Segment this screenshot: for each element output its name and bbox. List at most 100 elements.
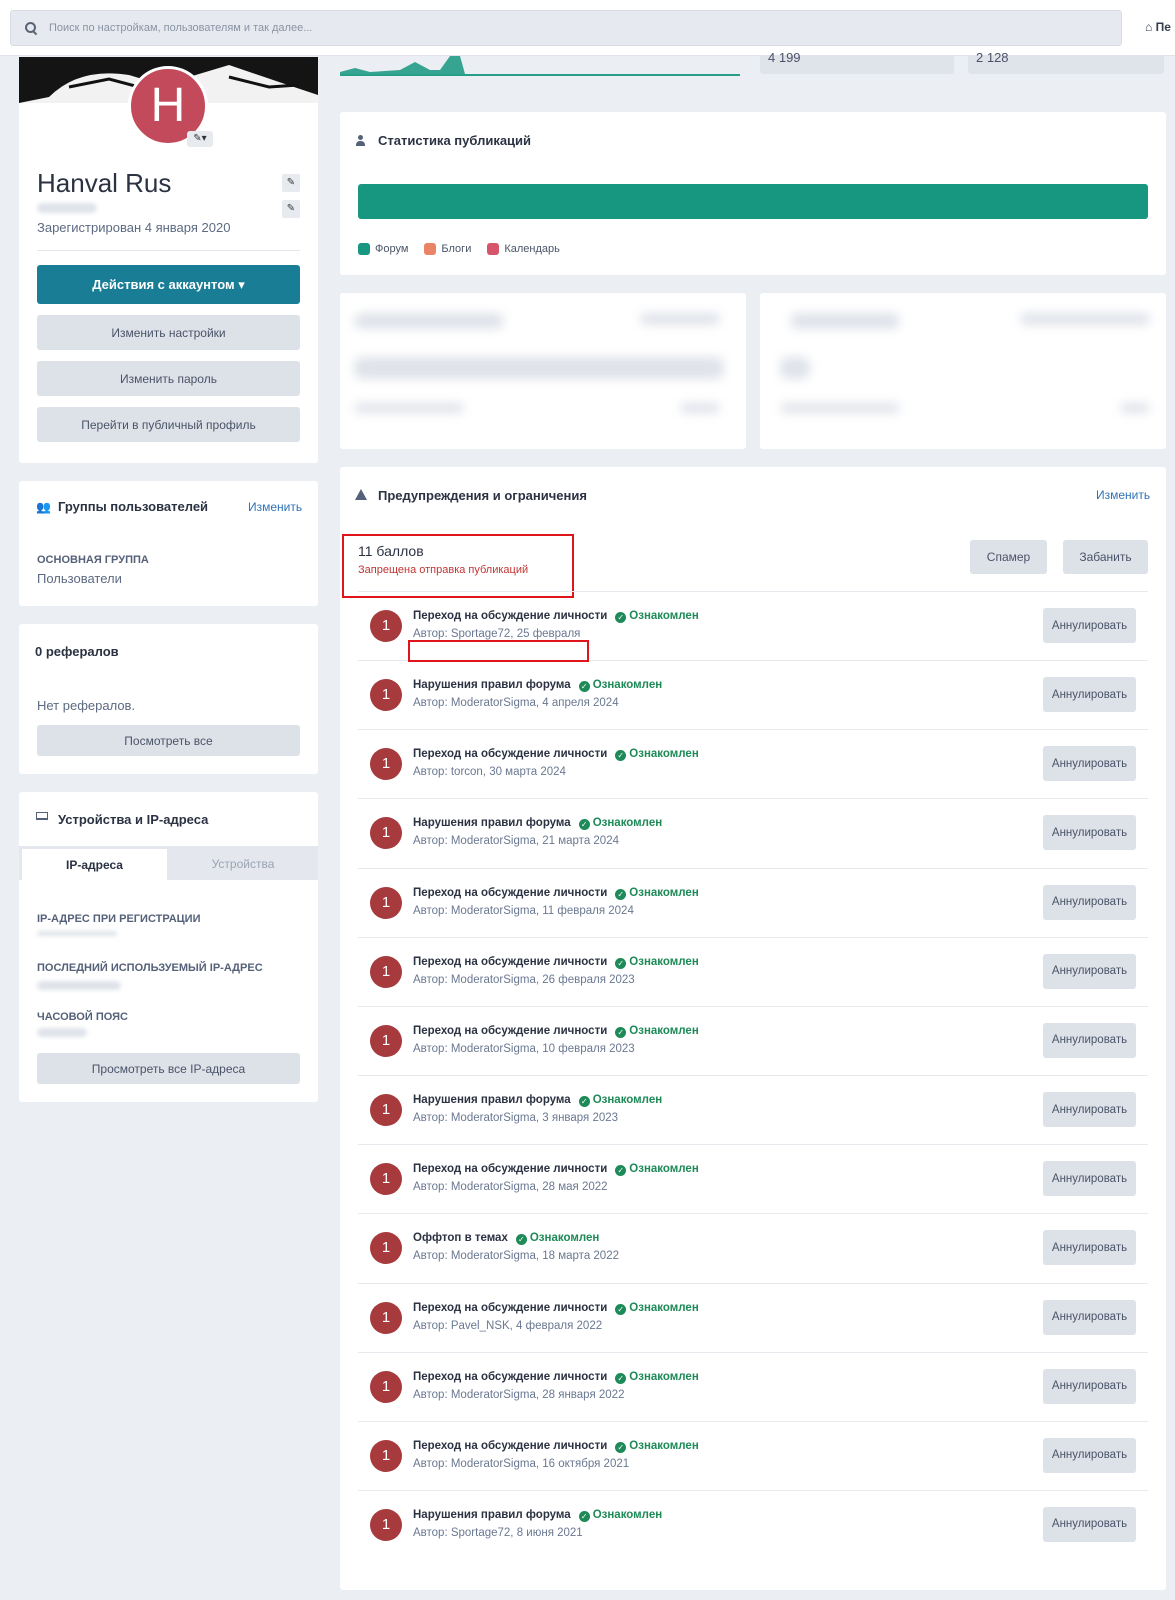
blurred-block — [1120, 403, 1150, 413]
warning-title-line: Переход на обсуждение личности ✓ Ознакомле… — [413, 1025, 699, 1038]
revoke-button[interactable]: Аннулировать — [1043, 677, 1136, 713]
legend-calendar-swatch — [487, 243, 500, 255]
warning-title-line: Нарушения правил форума ✓ Ознакомлен — [413, 679, 662, 693]
warning-points-badge: 1 — [370, 1163, 402, 1196]
spammer-button[interactable]: Спамер — [970, 540, 1047, 574]
warning-row: 1 Переход на обсуждение личности ✓ Ознакомл… — [358, 729, 1148, 797]
warning-row: 1 Переход на обсуждение личности ✓ Ознакомл… — [358, 1282, 1148, 1351]
acknowledged-status: ✓ Ознакомлен — [615, 1440, 699, 1453]
warning-title-line: Нарушения правил форума ✓ Ознакомлен — [413, 1509, 662, 1522]
warning-row: 1 Переход на обсуждение личности ✓ Ознакомл… — [358, 1351, 1148, 1420]
users-group-icon: 👥 — [36, 500, 51, 514]
edit-title-pencil-icon[interactable]: ✎ — [282, 200, 300, 218]
warning-title[interactable]: Переход на обсуждение личности — [413, 1163, 607, 1175]
revoke-button[interactable]: Аннулировать — [1043, 746, 1136, 782]
warning-title[interactable]: Переход на обсуждение личности — [413, 748, 607, 760]
revoke-button[interactable]: Аннулировать — [1043, 1092, 1136, 1128]
view-referrals-button[interactable]: Посмотреть все — [37, 725, 300, 756]
check-circle-icon: ✓ — [578, 681, 590, 693]
warning-title[interactable]: Переход на обсуждение личности — [413, 610, 607, 622]
referrals-title: 0 рефералов — [35, 644, 119, 659]
revoke-button[interactable]: Аннулировать — [1043, 608, 1136, 643]
blurred-last-ip — [37, 981, 121, 990]
warning-title[interactable]: Оффтоп в темах — [413, 1232, 508, 1244]
public-profile-button[interactable]: Перейти в публичный профиль — [37, 407, 300, 442]
revoke-button[interactable]: Аннулировать — [1043, 1022, 1136, 1058]
revoke-button[interactable]: Аннулировать — [1043, 1299, 1136, 1335]
check-circle-icon: ✓ — [615, 1303, 627, 1315]
warning-title[interactable]: Переход на обсуждение личности — [413, 887, 607, 899]
revoke-button[interactable]: Аннулировать — [1043, 1368, 1136, 1404]
warning-title[interactable]: Переход на обсуждение личности — [413, 956, 607, 968]
home-link-label: Пе — [1155, 20, 1171, 34]
warning-row: 1 Переход на обсуждение личности ✓ Ознакомл… — [358, 1005, 1148, 1074]
warning-title[interactable]: Нарушения правил форума — [413, 679, 571, 691]
warning-title[interactable]: Переход на обсуждение личности — [413, 1440, 607, 1452]
blurred-block — [640, 313, 720, 325]
blurred-block — [354, 357, 724, 379]
warnings-edit-link[interactable]: Изменить — [1096, 488, 1150, 502]
warning-meta: Автор: Sportage72, 25 февраля — [413, 628, 581, 640]
warning-icon — [355, 489, 367, 500]
acknowledged-status: ✓ Ознакомлен — [615, 887, 699, 900]
warning-title[interactable]: Переход на обсуждение личности — [413, 1371, 607, 1383]
check-circle-icon: ✓ — [615, 888, 627, 900]
activity-chart-area — [340, 56, 740, 76]
acknowledged-status: ✓ Ознакомлен — [578, 679, 662, 693]
acknowledged-label: Ознакомлен — [629, 1301, 699, 1314]
blurred-block — [354, 313, 504, 329]
account-actions-button[interactable]: Действия с аккаунтом ▾ — [37, 265, 300, 304]
main-group-value: Пользователи — [37, 571, 122, 586]
user-groups-title: Группы пользователей — [58, 499, 209, 514]
revoke-button[interactable]: Аннулировать — [1043, 953, 1136, 989]
check-circle-icon: ✓ — [615, 750, 627, 762]
warning-row: 1 Переход на обсуждение личности ✓ Ознакомл… — [358, 867, 1148, 936]
warning-meta: Автор: ModeratorSigma, 28 января 2022 — [413, 1388, 625, 1401]
warning-title[interactable]: Нарушения правил форума — [413, 1094, 571, 1106]
warnings-title: Предупреждения и ограничения — [378, 488, 587, 503]
home-link[interactable]: ⌂ Пе — [1145, 20, 1171, 34]
check-circle-icon: ✓ — [615, 1372, 627, 1384]
blurred-block — [354, 403, 464, 413]
warning-row: 1 Переход на обсуждение личности ✓ Ознакомл… — [358, 1144, 1148, 1212]
warning-title[interactable]: Нарушения правил форума — [413, 1509, 571, 1521]
tab-devices[interactable]: Устройства — [171, 849, 315, 880]
warning-title[interactable]: Переход на обсуждение личности — [413, 1302, 607, 1314]
revoke-button[interactable]: Аннулировать — [1043, 1230, 1136, 1266]
revoke-button[interactable]: Аннулировать — [1043, 815, 1136, 851]
search-input[interactable]: Поиск по настройкам, пользователям и так… — [10, 10, 1122, 46]
change-password-button[interactable]: Изменить пароль — [37, 361, 300, 396]
user-groups-edit-link[interactable]: Изменить — [248, 500, 302, 514]
warning-points-badge: 1 — [370, 1094, 402, 1127]
legend-calendar: Календарь — [487, 243, 560, 255]
acknowledged-status: ✓ Ознакомлен — [615, 956, 699, 969]
check-circle-icon: ✓ — [578, 1096, 590, 1108]
warning-title[interactable]: Переход на обсуждение личности — [413, 1025, 607, 1037]
view-all-ip-button[interactable]: Просмотреть все IP-адреса — [37, 1053, 300, 1084]
revoke-button[interactable]: Аннулировать — [1043, 1161, 1136, 1197]
blurred-timezone — [37, 1028, 87, 1037]
warning-meta: Автор: ModeratorSigma, 10 февраля 2023 — [413, 1042, 635, 1055]
acknowledged-status: ✓ Ознакомлен — [578, 1094, 662, 1108]
acknowledged-status: ✓ Ознакомлен — [615, 748, 699, 762]
acknowledged-status: ✓ Ознакомлен — [615, 1371, 699, 1384]
revoke-button[interactable]: Аннулировать — [1043, 1506, 1136, 1542]
edit-name-pencil-icon[interactable]: ✎ — [282, 174, 300, 192]
warning-meta: Автор: torcon, 30 марта 2024 — [413, 766, 566, 779]
change-settings-button[interactable]: Изменить настройки — [37, 315, 300, 350]
tab-ip-addresses[interactable]: IP-адреса — [22, 849, 167, 881]
warning-title[interactable]: Нарушения правил форума — [413, 817, 571, 829]
check-circle-icon: ✓ — [515, 1234, 527, 1246]
publication-stats-bar — [358, 184, 1148, 219]
revoke-button[interactable]: Аннулировать — [1043, 884, 1136, 920]
blurred-block — [790, 313, 900, 329]
avatar-edit-button[interactable]: ✎▾ — [187, 131, 213, 147]
revoke-button[interactable]: Аннулировать — [1043, 1437, 1136, 1473]
acknowledged-label: Ознакомлен — [529, 1232, 600, 1245]
warning-title-line: Переход на обсуждение личности ✓ Ознакомле… — [413, 610, 699, 623]
acknowledged-status: ✓ Ознакомлен — [578, 1509, 662, 1522]
highlight-box-points — [342, 534, 574, 598]
warning-meta: Автор: ModeratorSigma, 16 октября 2021 — [413, 1457, 630, 1470]
warning-points-badge: 1 — [370, 1232, 402, 1265]
ban-button[interactable]: Забанить — [1063, 540, 1148, 574]
